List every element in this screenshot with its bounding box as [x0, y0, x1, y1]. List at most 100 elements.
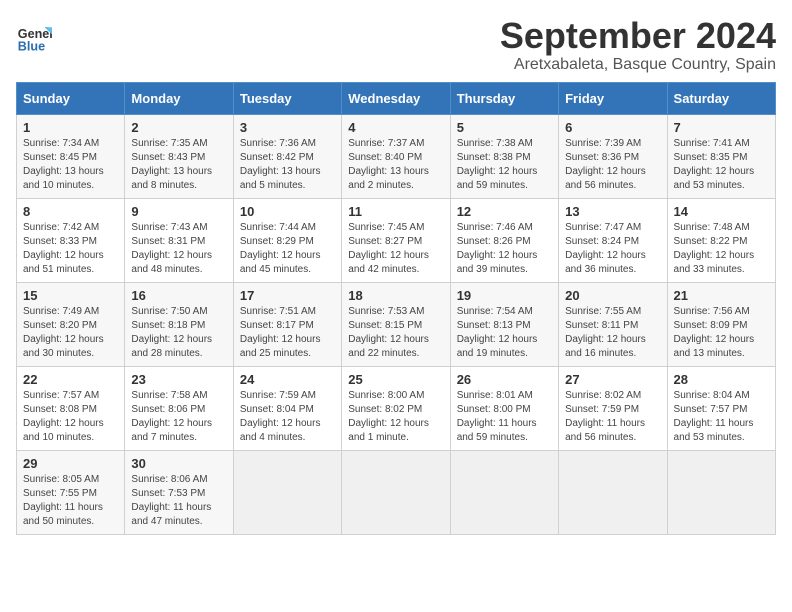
day-number: 20: [565, 288, 660, 303]
day-number: 27: [565, 372, 660, 387]
col-header-monday: Monday: [125, 82, 233, 114]
calendar-cell: [559, 450, 667, 534]
col-header-sunday: Sunday: [17, 82, 125, 114]
day-info: Sunrise: 7:38 AM Sunset: 8:38 PM Dayligh…: [457, 137, 552, 193]
calendar-cell: 27 Sunrise: 8:02 AM Sunset: 7:59 PM Dayli…: [559, 366, 667, 450]
day-number: 21: [674, 288, 769, 303]
day-info: Sunrise: 7:44 AM Sunset: 8:29 PM Dayligh…: [240, 221, 335, 277]
calendar-cell: 11 Sunrise: 7:45 AM Sunset: 8:27 PM Dayli…: [342, 198, 450, 282]
calendar-cell: 22 Sunrise: 7:57 AM Sunset: 8:08 PM Dayli…: [17, 366, 125, 450]
day-info: Sunrise: 7:57 AM Sunset: 8:08 PM Dayligh…: [23, 389, 118, 445]
day-number: 8: [23, 204, 118, 219]
col-header-saturday: Saturday: [667, 82, 775, 114]
day-number: 11: [348, 204, 443, 219]
day-info: Sunrise: 8:01 AM Sunset: 8:00 PM Dayligh…: [457, 389, 552, 445]
calendar-cell: 19 Sunrise: 7:54 AM Sunset: 8:13 PM Dayli…: [450, 282, 558, 366]
day-info: Sunrise: 7:46 AM Sunset: 8:26 PM Dayligh…: [457, 221, 552, 277]
day-info: Sunrise: 7:58 AM Sunset: 8:06 PM Dayligh…: [131, 389, 226, 445]
day-number: 13: [565, 204, 660, 219]
day-info: Sunrise: 8:06 AM Sunset: 7:53 PM Dayligh…: [131, 473, 226, 529]
calendar-cell: 9 Sunrise: 7:43 AM Sunset: 8:31 PM Daylig…: [125, 198, 233, 282]
calendar-cell: [342, 450, 450, 534]
calendar-cell: 17Sunrise: 7:51 AM Sunset: 8:17 PM Dayli…: [233, 282, 341, 366]
calendar-cell: 6 Sunrise: 7:39 AM Sunset: 8:36 PM Daylig…: [559, 114, 667, 198]
day-info: Sunrise: 7:42 AM Sunset: 8:33 PM Dayligh…: [23, 221, 118, 277]
day-number: 22: [23, 372, 118, 387]
title-area: September 2024 Aretxabaleta, Basque Coun…: [500, 16, 776, 74]
day-info: Sunrise: 7:39 AM Sunset: 8:36 PM Dayligh…: [565, 137, 660, 193]
calendar-cell: 5 Sunrise: 7:38 AM Sunset: 8:38 PM Daylig…: [450, 114, 558, 198]
day-number: 24: [240, 372, 335, 387]
day-number: 12: [457, 204, 552, 219]
col-header-thursday: Thursday: [450, 82, 558, 114]
day-info: Sunrise: 7:45 AM Sunset: 8:27 PM Dayligh…: [348, 221, 443, 277]
col-header-tuesday: Tuesday: [233, 82, 341, 114]
day-number: 16: [131, 288, 226, 303]
location-subtitle: Aretxabaleta, Basque Country, Spain: [500, 56, 776, 74]
calendar-cell: 3 Sunrise: 7:36 AM Sunset: 8:42 PM Daylig…: [233, 114, 341, 198]
day-info: Sunrise: 7:55 AM Sunset: 8:11 PM Dayligh…: [565, 305, 660, 361]
day-info: Sunrise: 8:04 AM Sunset: 7:57 PM Dayligh…: [674, 389, 769, 445]
calendar-cell: 1 Sunrise: 7:34 AM Sunset: 8:45 PM Daylig…: [17, 114, 125, 198]
calendar-cell: 12 Sunrise: 7:46 AM Sunset: 8:26 PM Dayli…: [450, 198, 558, 282]
day-number: 9: [131, 204, 226, 219]
day-info: Sunrise: 7:34 AM Sunset: 8:45 PM Dayligh…: [23, 137, 118, 193]
day-info: Sunrise: 7:47 AM Sunset: 8:24 PM Dayligh…: [565, 221, 660, 277]
day-number: 7: [674, 120, 769, 135]
calendar-cell: 21 Sunrise: 7:56 AM Sunset: 8:09 PM Dayli…: [667, 282, 775, 366]
day-info: Sunrise: 8:05 AM Sunset: 7:55 PM Dayligh…: [23, 473, 118, 529]
col-header-wednesday: Wednesday: [342, 82, 450, 114]
calendar-cell: 29 Sunrise: 8:05 AM Sunset: 7:55 PM Dayli…: [17, 450, 125, 534]
day-info: Sunrise: 7:35 AM Sunset: 8:43 PM Dayligh…: [131, 137, 226, 193]
header-row: SundayMondayTuesdayWednesdayThursdayFrid…: [17, 82, 776, 114]
day-number: 28: [674, 372, 769, 387]
calendar-cell: 4Sunrise: 7:37 AM Sunset: 8:40 PM Daylig…: [342, 114, 450, 198]
day-info: Sunrise: 7:41 AM Sunset: 8:35 PM Dayligh…: [674, 137, 769, 193]
col-header-friday: Friday: [559, 82, 667, 114]
day-number: 1: [23, 120, 118, 135]
svg-text:Blue: Blue: [18, 40, 45, 54]
day-number: 15: [23, 288, 118, 303]
calendar-week-5: 29 Sunrise: 8:05 AM Sunset: 7:55 PM Dayli…: [17, 450, 776, 534]
calendar-cell: 25 Sunrise: 8:00 AM Sunset: 8:02 PM Dayli…: [342, 366, 450, 450]
day-number: 25: [348, 372, 443, 387]
day-info: Sunrise: 7:49 AM Sunset: 8:20 PM Dayligh…: [23, 305, 118, 361]
day-number: 3: [240, 120, 335, 135]
day-number: 18: [348, 288, 443, 303]
logo: General Blue: [16, 20, 52, 56]
day-number: 26: [457, 372, 552, 387]
day-info: Sunrise: 8:02 AM Sunset: 7:59 PM Dayligh…: [565, 389, 660, 445]
page-header: General Blue September 2024 Aretxabaleta…: [16, 16, 776, 74]
day-info: Sunrise: 7:50 AM Sunset: 8:18 PM Dayligh…: [131, 305, 226, 361]
day-info: Sunrise: 7:36 AM Sunset: 8:42 PM Dayligh…: [240, 137, 335, 193]
calendar-cell: 8 Sunrise: 7:42 AM Sunset: 8:33 PM Daylig…: [17, 198, 125, 282]
calendar-week-1: 1 Sunrise: 7:34 AM Sunset: 8:45 PM Daylig…: [17, 114, 776, 198]
day-number: 19: [457, 288, 552, 303]
calendar-week-3: 15 Sunrise: 7:49 AM Sunset: 8:20 PM Dayli…: [17, 282, 776, 366]
calendar-cell: 13 Sunrise: 7:47 AM Sunset: 8:24 PM Dayli…: [559, 198, 667, 282]
day-info: Sunrise: 7:51 AM Sunset: 8:17 PM Dayligh…: [240, 305, 335, 361]
calendar-cell: 10 Sunrise: 7:44 AM Sunset: 8:29 PM Dayli…: [233, 198, 341, 282]
calendar-cell: 24 Sunrise: 7:59 AM Sunset: 8:04 PM Dayli…: [233, 366, 341, 450]
day-info: Sunrise: 7:59 AM Sunset: 8:04 PM Dayligh…: [240, 389, 335, 445]
calendar-cell: 30 Sunrise: 8:06 AM Sunset: 7:53 PM Dayli…: [125, 450, 233, 534]
day-number: 10: [240, 204, 335, 219]
day-number: 29: [23, 456, 118, 471]
day-number: 30: [131, 456, 226, 471]
day-info: Sunrise: 7:56 AM Sunset: 8:09 PM Dayligh…: [674, 305, 769, 361]
calendar-cell: 2Sunrise: 7:35 AM Sunset: 8:43 PM Daylig…: [125, 114, 233, 198]
day-info: Sunrise: 7:37 AM Sunset: 8:40 PM Dayligh…: [348, 137, 443, 193]
day-info: Sunrise: 8:00 AM Sunset: 8:02 PM Dayligh…: [348, 389, 443, 445]
day-number: 6: [565, 120, 660, 135]
calendar-cell: 23Sunrise: 7:58 AM Sunset: 8:06 PM Dayli…: [125, 366, 233, 450]
day-info: Sunrise: 7:53 AM Sunset: 8:15 PM Dayligh…: [348, 305, 443, 361]
day-number: 5: [457, 120, 552, 135]
calendar-week-2: 8 Sunrise: 7:42 AM Sunset: 8:33 PM Daylig…: [17, 198, 776, 282]
calendar-table: SundayMondayTuesdayWednesdayThursdayFrid…: [16, 82, 776, 535]
logo-icon: General Blue: [16, 20, 52, 56]
calendar-cell: [667, 450, 775, 534]
calendar-cell: [233, 450, 341, 534]
calendar-cell: 14Sunrise: 7:48 AM Sunset: 8:22 PM Dayli…: [667, 198, 775, 282]
day-info: Sunrise: 7:43 AM Sunset: 8:31 PM Dayligh…: [131, 221, 226, 277]
day-info: Sunrise: 7:54 AM Sunset: 8:13 PM Dayligh…: [457, 305, 552, 361]
